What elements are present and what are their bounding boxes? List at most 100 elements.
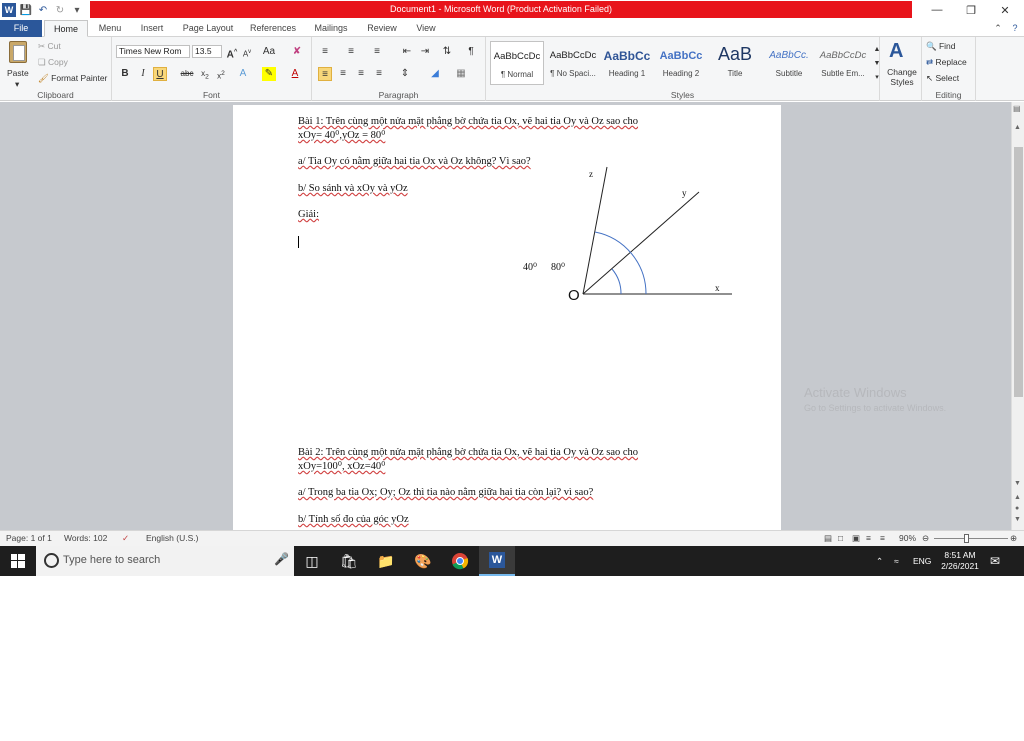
save-icon[interactable]: 💾 (19, 3, 33, 17)
vertical-scrollbar[interactable]: ▤ ▲ ▼ ▲ ● ▼ (1011, 102, 1024, 530)
justify-icon[interactable]: ≡ (372, 67, 386, 81)
zoom-in-icon[interactable]: ⊕ (1010, 533, 1017, 544)
style-no-spacing[interactable]: AaBbCcDc ¶ No Spaci... (546, 41, 600, 85)
document-page[interactable]: Bài 1: Trên cùng một nửa mặt phẳng bờ ch… (233, 105, 781, 530)
file-explorer-icon[interactable]: 📁 (368, 546, 404, 576)
highlight-icon[interactable]: ✎ (262, 67, 276, 81)
line-spacing-icon[interactable]: ⇕ (398, 67, 412, 81)
font-size-combo[interactable]: 13.5 (192, 45, 222, 58)
bold-icon[interactable]: B (118, 67, 132, 81)
tab-mailings[interactable]: Mailings (308, 20, 354, 37)
replace-button[interactable]: ⇄ Replace (926, 57, 967, 68)
input-language[interactable]: ENG (913, 546, 931, 576)
paste-dropdown-icon[interactable]: ▾ (15, 79, 19, 90)
strikethrough-icon[interactable]: abc (180, 67, 194, 81)
numbering-icon[interactable]: ≡ (344, 45, 358, 59)
clock[interactable]: 8:51 AM 2/26/2021 (938, 546, 982, 576)
tab-home[interactable]: Home (44, 20, 88, 37)
redo-icon[interactable]: ↻ (53, 3, 67, 17)
bullets-icon[interactable]: ≡ (318, 45, 332, 59)
minimize-button[interactable]: — (920, 0, 954, 20)
ruler-toggle-icon[interactable]: ▤ (1013, 104, 1021, 113)
zoom-level[interactable]: 90% (899, 533, 916, 543)
search-input[interactable]: Type here to search (63, 554, 160, 566)
find-button[interactable]: 🔍 Find (926, 41, 956, 52)
show-hidden-icons[interactable]: ⌃ (876, 546, 883, 576)
style-normal[interactable]: AaBbCcDc ¶ Normal (490, 41, 544, 85)
show-marks-icon[interactable]: ¶ (464, 45, 478, 59)
page-indicator[interactable]: Page: 1 of 1 (6, 533, 52, 543)
tab-review[interactable]: Review (362, 20, 402, 37)
taskbar-search-box[interactable]: Type here to search 🎤 (36, 546, 294, 576)
language-indicator[interactable]: English (U.S.) (146, 533, 198, 543)
increase-indent-icon[interactable]: ⇥ (418, 45, 432, 59)
zoom-slider[interactable] (934, 538, 1008, 539)
shrink-font-icon[interactable]: Av (240, 45, 254, 59)
zoom-slider-thumb[interactable] (964, 534, 969, 543)
microphone-icon[interactable]: 🎤 (274, 552, 289, 566)
zoom-out-icon[interactable]: ⊖ (922, 533, 929, 544)
italic-icon[interactable]: I (136, 67, 150, 81)
style-subtle-emphasis[interactable]: AaBbCcDc Subtle Em... (816, 41, 870, 85)
task-view-icon[interactable]: ◫ (294, 546, 330, 576)
scroll-down-icon[interactable]: ▼ (1014, 480, 1021, 487)
word-taskbar-icon[interactable]: W (479, 546, 515, 576)
store-icon[interactable]: 🛍 (331, 546, 367, 576)
select-button[interactable]: ↖ Select (926, 73, 959, 84)
start-button[interactable] (0, 546, 36, 576)
tab-file[interactable]: File (0, 20, 42, 37)
word-count[interactable]: Words: 102 (64, 533, 107, 543)
style-title[interactable]: AaB Title (708, 41, 762, 85)
restore-button[interactable]: ❐ (954, 0, 988, 20)
shading-icon[interactable]: ◢ (428, 67, 442, 81)
tab-references[interactable]: References (246, 20, 300, 37)
tab-insert[interactable]: Insert (134, 20, 170, 37)
help-icon[interactable]: ? (1008, 20, 1022, 37)
font-color-icon[interactable]: A (288, 67, 302, 81)
tab-view[interactable]: View (410, 20, 442, 37)
style-subtitle[interactable]: AaBbCc. Subtitle (762, 41, 816, 85)
subscript-icon[interactable]: x2 (198, 67, 212, 81)
grow-font-icon[interactable]: A^ (225, 45, 239, 60)
borders-icon[interactable]: ▦ (454, 67, 468, 81)
superscript-icon[interactable]: x2 (214, 67, 228, 81)
proofing-icon[interactable]: ✓ (122, 533, 129, 544)
align-left-icon[interactable]: ≡ (318, 67, 332, 81)
view-print-layout-icon[interactable]: ▤ (824, 533, 832, 544)
style-heading-2[interactable]: AaBbCc Heading 2 (654, 41, 708, 85)
scroll-up-icon[interactable]: ▲ (1014, 124, 1021, 131)
network-icon[interactable]: ≈ (894, 546, 899, 576)
notification-icon[interactable]: ✉ (990, 546, 1000, 576)
align-right-icon[interactable]: ≡ (354, 67, 368, 81)
scrollbar-thumb[interactable] (1014, 147, 1023, 397)
undo-icon[interactable]: ↶ (36, 3, 50, 17)
view-web-layout-icon[interactable]: ▣ (852, 533, 860, 544)
change-case-icon[interactable]: Aa (262, 45, 276, 59)
paint-app-icon[interactable]: 🎨 (405, 546, 441, 576)
cut-button[interactable]: ✂ Cut (38, 41, 61, 52)
sort-icon[interactable]: ⇅ (440, 45, 454, 59)
format-painter-button[interactable]: 🖌 Format Painter (38, 73, 107, 84)
decrease-indent-icon[interactable]: ⇤ (400, 45, 414, 59)
next-page-icon[interactable]: ▼ (1014, 516, 1021, 523)
tab-page-layout[interactable]: Page Layout (178, 20, 238, 37)
change-styles-button[interactable]: A Change Styles (880, 37, 922, 101)
minimize-ribbon-icon[interactable]: ⌃ (992, 20, 1004, 37)
font-name-combo[interactable]: Times New Rom (116, 45, 190, 58)
underline-icon[interactable]: U (153, 67, 167, 81)
view-outline-icon[interactable]: ≡ (866, 533, 871, 543)
view-draft-icon[interactable]: ≡ (880, 533, 885, 543)
browse-object-icon[interactable]: ● (1015, 505, 1019, 512)
paste-button[interactable] (6, 41, 30, 69)
clear-formatting-icon[interactable]: ✘ (290, 45, 304, 59)
chrome-icon[interactable] (442, 546, 478, 576)
style-heading-1[interactable]: AaBbCc Heading 1 (600, 41, 654, 85)
align-center-icon[interactable]: ≡ (336, 67, 350, 81)
customize-qat-icon[interactable]: ▾ (70, 3, 84, 17)
tab-menu[interactable]: Menu (92, 20, 128, 37)
copy-button[interactable]: ❏ Copy (38, 57, 68, 68)
previous-page-icon[interactable]: ▲ (1014, 494, 1021, 501)
text-effects-icon[interactable]: A (236, 67, 250, 81)
view-full-screen-icon[interactable]: □ (838, 533, 843, 543)
close-button[interactable]: ✕ (988, 0, 1022, 20)
